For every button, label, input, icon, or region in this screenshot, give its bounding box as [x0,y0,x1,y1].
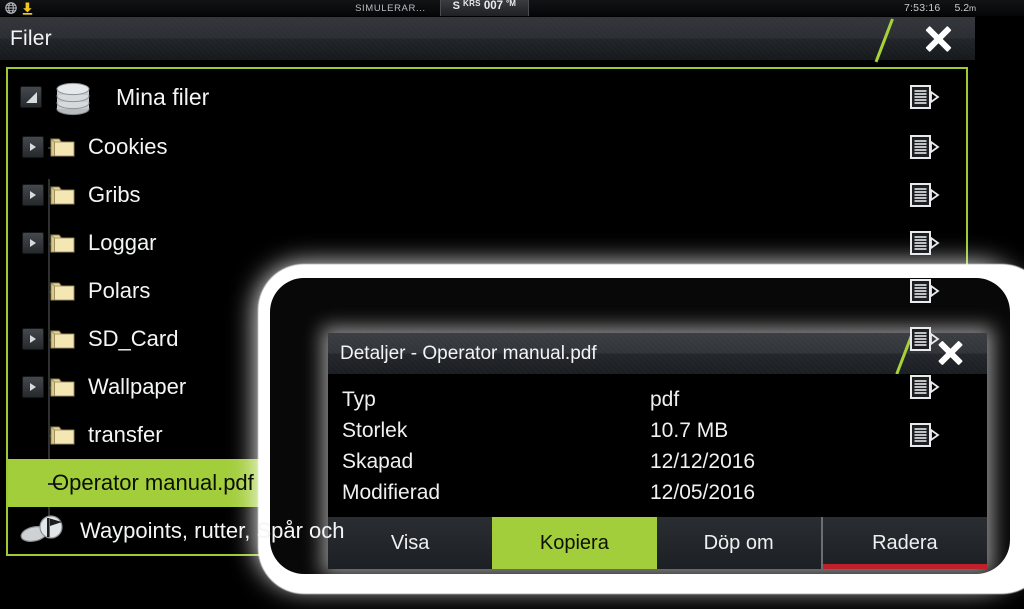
tree-row-label: Loggar [88,230,157,255]
heading-prefix: S [452,0,461,12]
tree-row-gribs[interactable]: Gribs [8,171,966,219]
dialog-title: Detaljer - Operator manual.pdf [340,342,597,364]
document-details-icon[interactable] [910,326,940,352]
status-bar-left [0,2,190,15]
folder-icon [50,328,76,350]
tree-row-loggar[interactable]: Loggar [8,219,966,267]
dialog-title-bar: Detaljer - Operator manual.pdf [328,332,987,375]
simulator-label: SIMULERAR... [355,2,426,14]
window-title-bar: Filer [0,17,975,63]
tree-row-label: transfer [88,422,163,447]
heading-value: 007 [483,0,503,12]
heading-indicator[interactable]: S KRS 007 °M [439,0,529,16]
expand-toggle[interactable] [22,184,44,206]
detail-row: Storlek 10.7 MB [342,415,987,446]
detail-row-list: Typ pdf Storlek 10.7 MB Skapad 12/12/2016 Modi… [342,384,987,508]
dialog-body: Typ pdf Storlek 10.7 MB Skapad 12/12/2016 Modi… [328,374,987,516]
accent-slash [874,18,894,63]
tree-row-label: Cookies [88,134,168,159]
status-bar: SIMULERAR... S KRS 007 °M 7:53:16 5.2m [0,0,1024,17]
detail-key: Typ [342,387,376,411]
device-screen: SIMULERAR... S KRS 007 °M 7:53:16 5.2m F… [0,0,1024,609]
chevron-right-icon [30,383,36,391]
detail-key: Storlek [342,418,408,442]
detail-row: Modifierad 12/05/2016 [342,477,987,508]
tree-row-label: SD_Card [88,326,179,351]
expander-spacer [22,424,44,446]
detail-value: pdf [650,387,680,411]
document-details-icon[interactable] [910,230,940,256]
collapse-icon [25,91,37,103]
page-title: Filer [10,26,52,50]
details-dialog: Detaljer - Operator manual.pdf Typ pdf Sto… [328,332,988,569]
close-icon [921,22,955,56]
dialog-button-radera[interactable]: Radera [820,517,988,569]
dialog-button-visa[interactable]: Visa [328,517,492,569]
tree-row-cookies[interactable]: Cookies [8,123,966,171]
chevron-right-icon [30,239,36,247]
tree-row-label: Wallpaper [88,374,187,399]
folder-icon [50,184,76,206]
disk-stack-icon [50,77,96,117]
chevron-right-icon [30,143,36,151]
expand-toggle[interactable] [22,136,44,158]
download-alert-icon [22,2,33,15]
tree-row-root[interactable]: Mina filer [8,71,966,123]
expand-toggle[interactable] [22,232,44,254]
collapse-toggle[interactable] [20,86,42,108]
depth-value: 5.2 [954,2,970,14]
folder-icon [50,232,76,254]
globe-icon [5,2,17,14]
document-details-icon[interactable] [910,422,940,448]
tree-row-label: Mina filer [116,83,210,110]
clock-readout: 7:53:16 [904,2,941,14]
detail-row: Typ pdf [342,384,987,415]
detail-value: 10.7 MB [650,418,729,442]
expander-spacer [22,472,44,494]
detail-key: Skapad [342,449,414,473]
depth-readout: 5.2m [954,2,976,14]
chevron-right-icon [30,335,36,343]
tree-row-label: Operator manual.pdf [52,470,254,495]
tree-row-label: Waypoints, rutter, Spår och [80,518,345,543]
folder-icon [50,424,76,446]
dialog-button-kopiera[interactable]: Kopiera [492,517,657,569]
document-details-icon[interactable] [910,134,940,160]
tree-row-label: Polars [88,278,151,303]
depth-unit: m [969,3,977,13]
folder-icon [50,376,76,398]
document-details-icon[interactable] [910,278,940,304]
folder-icon [50,280,76,302]
document-details-icon[interactable] [910,84,940,110]
expand-toggle[interactable] [22,376,44,398]
expand-toggle[interactable] [22,328,44,350]
detail-row: Skapad 12/12/2016 [342,446,987,477]
waypoint-flag-icon [20,514,72,548]
expander-spacer [22,280,44,302]
folder-icon [50,136,76,158]
detail-value: 12/05/2016 [650,480,756,504]
detail-key: Modifierad [342,480,441,504]
tree-row-label: Gribs [88,182,141,207]
status-bar-right: 7:53:16 5.2m [694,2,1024,14]
detail-value: 12/12/2016 [650,449,756,473]
status-bar-center: SIMULERAR... S KRS 007 °M [190,0,694,16]
heading-label: KRS [463,0,481,8]
close-button[interactable] [874,17,975,63]
document-details-icon[interactable] [910,374,940,400]
chevron-right-icon [30,191,36,199]
heading-unit: °M [506,0,516,8]
document-details-icon[interactable] [910,182,940,208]
dialog-button-d-p-om[interactable]: Döp om [657,517,821,569]
dialog-button-bar: Visa Kopiera Döp om Radera [328,516,988,569]
